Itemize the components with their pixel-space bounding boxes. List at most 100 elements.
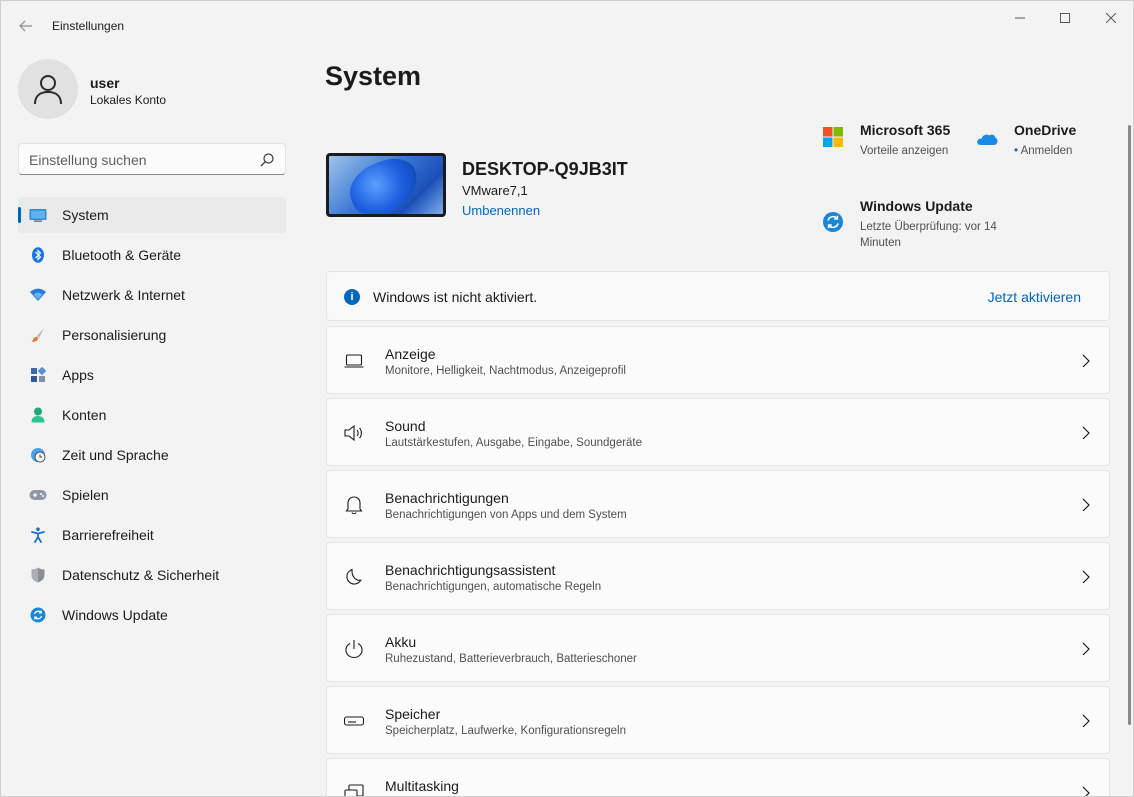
sidebar-item-label: Konten xyxy=(62,407,107,423)
app-title: Einstellungen xyxy=(52,19,125,33)
sidebar-item-network[interactable]: Netzwerk & Internet xyxy=(18,277,286,313)
microsoft-365-tile[interactable]: Microsoft 365 Vorteile anzeigen xyxy=(822,122,972,162)
sidebar-item-bluetooth[interactable]: Bluetooth & Geräte xyxy=(18,237,286,273)
wallpaper-bloom xyxy=(342,156,426,214)
moon-icon xyxy=(344,567,364,587)
activation-message: Windows ist nicht aktiviert. xyxy=(373,289,538,305)
chevron-right-icon xyxy=(1082,426,1090,440)
page-title: System xyxy=(325,61,422,91)
power-icon xyxy=(344,639,364,659)
device-name: DESKTOP-Q9JB3IT xyxy=(462,159,628,179)
minimize-button[interactable] xyxy=(997,7,1043,29)
status-dot-icon: • xyxy=(1014,145,1019,157)
sidebar-item-label: Bluetooth & Geräte xyxy=(62,247,182,263)
device-model: VMware7,1 xyxy=(462,183,528,198)
tile-title: OneDrive xyxy=(1014,122,1077,138)
sidebar-item-windows-update[interactable]: Windows Update xyxy=(18,597,286,633)
sidebar-item-label: Personalisierung xyxy=(62,327,167,343)
card-subtitle: Benachrichtigungen, automatische Regeln xyxy=(385,581,602,593)
sidebar-item-label: Datenschutz & Sicherheit xyxy=(62,567,220,583)
card-subtitle: Monitore, Helligkeit, Nachtmodus, Anzeig… xyxy=(385,365,626,377)
gamepad-icon xyxy=(29,487,47,503)
settings-card-notifications[interactable]: Benachrichtigungen Benachrichtigungen vo… xyxy=(326,470,1110,538)
tile-subtitle: • Anmelden xyxy=(1014,143,1072,159)
rename-link[interactable]: Umbenennen xyxy=(462,203,540,218)
person-icon xyxy=(34,75,62,105)
account-type: Lokales Konto xyxy=(90,93,167,107)
back-button[interactable] xyxy=(15,15,37,37)
card-subtitle: Lautstärkestufen, Ausgabe, Eingabe, Soun… xyxy=(385,437,643,449)
tile-subtitle: Letzte Überprüfung: vor 14 Minuten xyxy=(860,219,997,251)
chevron-right-icon xyxy=(1082,498,1090,512)
chevron-right-icon xyxy=(1082,786,1090,796)
card-title: Akku xyxy=(385,634,417,650)
chevron-right-icon xyxy=(1082,354,1090,368)
sidebar-item-privacy[interactable]: Datenschutz & Sicherheit xyxy=(18,557,286,593)
update-icon xyxy=(29,607,47,623)
settings-card-storage[interactable]: Speicher Speicherplatz, Laufwerke, Konfi… xyxy=(326,686,1110,754)
sidebar-item-label: Netzwerk & Internet xyxy=(62,287,185,303)
sidebar-item-label: Apps xyxy=(62,367,94,383)
info-icon: i xyxy=(344,289,360,305)
search-input[interactable] xyxy=(29,150,249,170)
card-title: Benachrichtigungsassistent xyxy=(385,562,556,578)
avatar xyxy=(18,59,78,119)
card-title: Speicher xyxy=(385,706,441,722)
vertical-scrollbar[interactable] xyxy=(1128,125,1131,725)
sidebar-item-label: Barrierefreiheit xyxy=(62,527,154,543)
maximize-button[interactable] xyxy=(1042,7,1088,29)
card-subtitle: Ruhezustand, Batterieverbrauch, Batterie… xyxy=(385,653,637,665)
tile-subtitle: Vorteile anzeigen xyxy=(860,145,949,157)
settings-list: Anzeige Monitore, Helligkeit, Nachtmodus… xyxy=(326,326,1110,796)
tile-subtitle-text: Anmelden xyxy=(1020,145,1073,157)
person-icon xyxy=(29,407,47,423)
onedrive-tile[interactable]: OneDrive • Anmelden xyxy=(976,122,1106,162)
card-subtitle: Speicherplatz, Laufwerke, Konfigurations… xyxy=(385,725,627,737)
onedrive-cloud-icon xyxy=(977,134,998,145)
settings-card-sound[interactable]: Sound Lautstärkestufen, Ausgabe, Eingabe… xyxy=(326,398,1110,466)
drive-icon xyxy=(344,711,364,731)
chevron-right-icon xyxy=(1082,714,1090,728)
chevron-right-icon xyxy=(1082,642,1090,656)
shield-icon xyxy=(29,567,47,583)
settings-window: Einstellungen user Lokales Konto System xyxy=(0,0,1134,797)
title-bar: Einstellungen xyxy=(1,1,1133,49)
brush-icon xyxy=(29,327,47,343)
activation-banner: i Windows ist nicht aktiviert. Jetzt akt… xyxy=(326,271,1110,321)
speaker-icon xyxy=(344,423,364,443)
card-title: Benachrichtigungen xyxy=(385,490,509,506)
chevron-right-icon xyxy=(1082,570,1090,584)
card-subtitle: Benachrichtigungen von Apps und dem Syst… xyxy=(385,509,627,521)
settings-card-multitasking[interactable]: Multitasking xyxy=(326,758,1110,796)
tile-subtitle-line: Minuten xyxy=(860,237,901,249)
sidebar-item-accessibility[interactable]: Barrierefreiheit xyxy=(18,517,286,553)
settings-card-battery[interactable]: Akku Ruhezustand, Batterieverbrauch, Bat… xyxy=(326,614,1110,682)
tile-title: Microsoft 365 xyxy=(860,122,951,138)
display-icon xyxy=(344,351,364,371)
sidebar-item-label: Zeit und Sprache xyxy=(62,447,169,463)
tile-title: Windows Update xyxy=(860,198,973,214)
sidebar-item-personalization[interactable]: Personalisierung xyxy=(18,317,286,353)
search-icon[interactable] xyxy=(259,152,275,168)
sidebar-item-system[interactable]: System xyxy=(18,197,286,233)
sidebar-item-time-language[interactable]: Zeit und Sprache xyxy=(18,437,286,473)
settings-card-focus-assist[interactable]: Benachrichtigungsassistent Benachrichtig… xyxy=(326,542,1110,610)
windows-update-tile[interactable]: Windows Update Letzte Überprüfung: vor 1… xyxy=(822,198,1022,250)
device-thumbnail xyxy=(326,153,446,217)
sidebar-item-accounts[interactable]: Konten xyxy=(18,397,286,433)
tile-subtitle-line: Letzte Überprüfung: vor 14 xyxy=(860,221,997,233)
minimize-icon xyxy=(1015,17,1025,19)
globe-clock-icon xyxy=(29,447,47,463)
user-profile[interactable]: user Lokales Konto xyxy=(18,59,278,119)
close-icon xyxy=(1106,13,1116,23)
activate-now-link[interactable]: Jetzt aktivieren xyxy=(988,289,1081,305)
settings-card-display[interactable]: Anzeige Monitore, Helligkeit, Nachtmodus… xyxy=(326,326,1110,394)
sidebar-item-label: Windows Update xyxy=(62,607,168,623)
wifi-icon xyxy=(29,287,47,303)
bluetooth-icon xyxy=(29,247,47,263)
sidebar-item-gaming[interactable]: Spielen xyxy=(18,477,286,513)
sidebar-nav: System Bluetooth & Geräte Netzwerk & Int… xyxy=(18,197,286,637)
close-button[interactable] xyxy=(1088,7,1133,29)
multitasking-icon xyxy=(344,783,364,796)
sidebar-item-apps[interactable]: Apps xyxy=(18,357,286,393)
